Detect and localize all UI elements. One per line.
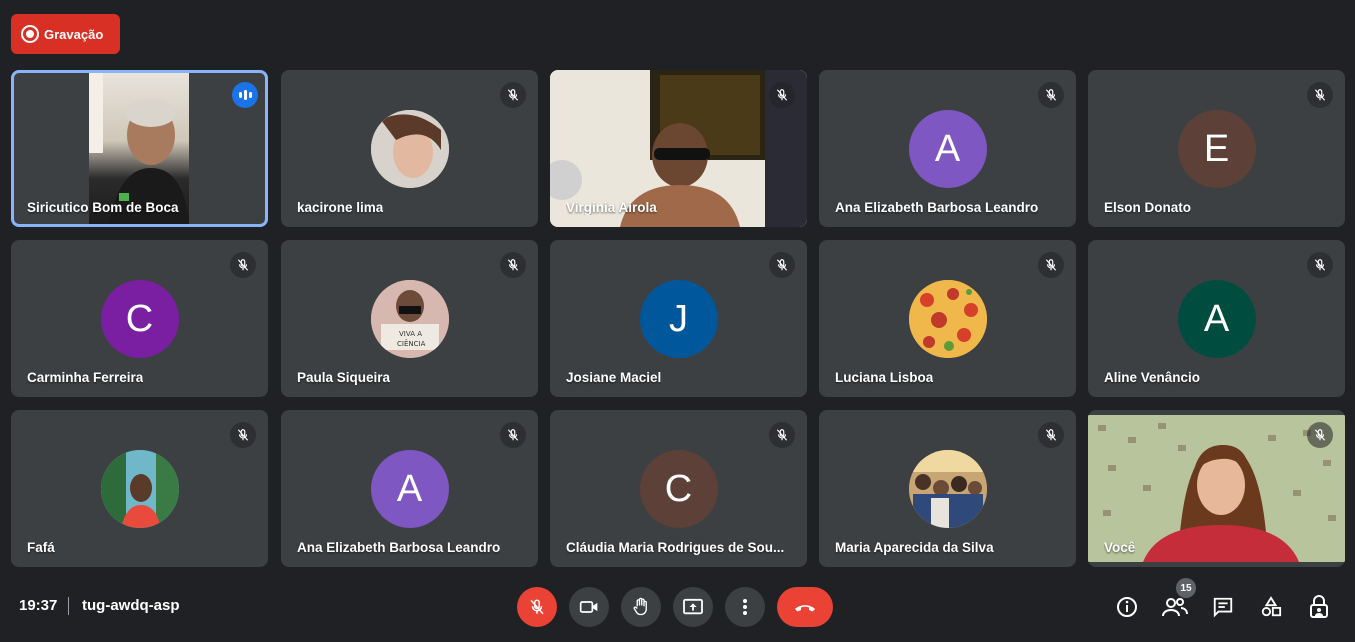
participant-name: Fafá	[27, 540, 55, 555]
participant-name: Josiane Maciel	[566, 370, 662, 385]
present-screen-button[interactable]	[673, 587, 713, 627]
participant-photo: VIVA A CIÊNCIA	[370, 280, 449, 358]
svg-text:CIÊNCIA: CIÊNCIA	[397, 339, 426, 348]
avatar-initial: E	[1203, 127, 1230, 170]
participant-tile[interactable]: kacirone lima	[281, 70, 538, 227]
record-icon	[21, 25, 39, 43]
participant-avatar: J	[639, 280, 718, 358]
mic-off-icon	[1307, 82, 1333, 108]
participant-name: Você	[1104, 540, 1136, 555]
participant-avatar: A	[370, 450, 449, 528]
participant-name: Siricutico Bom de Boca	[27, 200, 179, 215]
avatar-initial: A	[1203, 297, 1230, 340]
participant-name: kacirone lima	[297, 200, 384, 215]
meeting-code: tug-awdq-asp	[82, 597, 180, 614]
avatar-initial: A	[934, 127, 961, 170]
participant-avatar: E	[1177, 110, 1256, 188]
avatar-initial: A	[396, 467, 423, 510]
mic-off-icon	[230, 252, 256, 278]
participant-tile[interactable]: Siricutico Bom de Boca	[11, 70, 268, 227]
mic-off-icon	[1038, 252, 1064, 278]
participant-grid: Siricutico Bom de Boca kacirone lima Vir…	[11, 70, 1345, 568]
mic-off-icon	[1307, 422, 1333, 448]
host-controls-button[interactable]	[1306, 594, 1332, 620]
participant-avatar: C	[639, 450, 718, 528]
participant-tile[interactable]: VIVA A CIÊNCIA Paula Siqueira	[281, 240, 538, 397]
participant-count-badge: 15	[1176, 578, 1196, 598]
participant-avatar: A	[908, 110, 987, 188]
chat-icon	[1213, 597, 1233, 618]
hand-icon	[633, 597, 647, 616]
mic-off-icon	[1307, 252, 1333, 278]
participant-tile[interactable]: Você	[1088, 410, 1345, 567]
mic-off-icon	[1038, 422, 1064, 448]
meeting-details-button[interactable]	[1114, 594, 1140, 620]
participant-tile[interactable]: C Carminha Ferreira	[11, 240, 268, 397]
people-icon	[1162, 598, 1188, 617]
mic-off-icon	[1038, 82, 1064, 108]
speaking-indicator-icon	[232, 82, 258, 108]
participant-photo	[370, 110, 449, 188]
participant-photo	[908, 450, 987, 528]
divider	[68, 597, 69, 615]
participant-name: Aline Venâncio	[1104, 370, 1201, 385]
activities-button[interactable]	[1258, 594, 1284, 620]
info-icon	[1117, 597, 1137, 617]
participant-tile[interactable]: Virginia Airola	[550, 70, 807, 227]
meeting-time: 19:37	[19, 597, 58, 614]
avatar-initial: C	[125, 297, 154, 340]
control-bar: 19:37 tug-awdq-asp	[0, 580, 1355, 642]
participant-tile[interactable]: A Ana Elizabeth Barbosa Leandro	[281, 410, 538, 567]
participant-tile[interactable]: A Aline Venâncio	[1088, 240, 1345, 397]
mic-off-icon	[230, 422, 256, 448]
participant-tile[interactable]: E Elson Donato	[1088, 70, 1345, 227]
participant-name: Luciana Lisboa	[835, 370, 934, 385]
participant-name: Virginia Airola	[566, 200, 657, 215]
toggle-mic-button[interactable]	[517, 587, 557, 627]
participant-name: Cláudia Maria Rodrigues de Sou...	[566, 540, 785, 555]
toggle-camera-button[interactable]	[569, 587, 609, 627]
participant-tile[interactable]: J Josiane Maciel	[550, 240, 807, 397]
participant-photo	[100, 450, 179, 528]
mic-off-icon	[769, 252, 795, 278]
participant-avatar: A	[1177, 280, 1256, 358]
mic-off-icon	[769, 82, 795, 108]
participant-name: Ana Elizabeth Barbosa Leandro	[297, 540, 501, 555]
mic-off-icon	[500, 252, 526, 278]
participant-tile[interactable]: Luciana Lisboa	[819, 240, 1076, 397]
participant-photo	[908, 280, 987, 358]
participant-avatar: C	[100, 280, 179, 358]
chat-button[interactable]	[1210, 594, 1236, 620]
camera-icon	[579, 601, 598, 613]
leave-call-button[interactable]	[777, 587, 833, 627]
participant-tile[interactable]: A Ana Elizabeth Barbosa Leandro	[819, 70, 1076, 227]
mic-off-icon	[530, 599, 544, 615]
avatar-initial: C	[664, 467, 693, 510]
svg-text:VIVA A: VIVA A	[399, 330, 422, 338]
participant-name: Maria Aparecida da Silva	[835, 540, 994, 555]
participant-name: Ana Elizabeth Barbosa Leandro	[835, 200, 1039, 215]
present-icon	[683, 598, 703, 615]
activities-icon	[1261, 596, 1282, 617]
raise-hand-button[interactable]	[621, 587, 661, 627]
more-options-button[interactable]	[725, 587, 765, 627]
mic-off-icon	[500, 422, 526, 448]
more-vert-icon	[743, 599, 747, 615]
mic-off-icon	[500, 82, 526, 108]
avatar-initial: J	[669, 297, 688, 340]
recording-badge[interactable]: Gravação	[11, 14, 120, 54]
mic-off-icon	[769, 422, 795, 448]
lock-person-icon	[1310, 595, 1328, 618]
participant-name: Elson Donato	[1104, 200, 1191, 215]
participant-tile[interactable]: Fafá	[11, 410, 268, 567]
recording-label: Gravação	[44, 26, 104, 42]
participant-tile[interactable]: Maria Aparecida da Silva	[819, 410, 1076, 567]
participant-tile[interactable]: C Cláudia Maria Rodrigues de Sou...	[550, 410, 807, 567]
participant-name: Carminha Ferreira	[27, 370, 144, 385]
hang-up-icon	[795, 605, 815, 612]
participant-name: Paula Siqueira	[297, 370, 391, 385]
